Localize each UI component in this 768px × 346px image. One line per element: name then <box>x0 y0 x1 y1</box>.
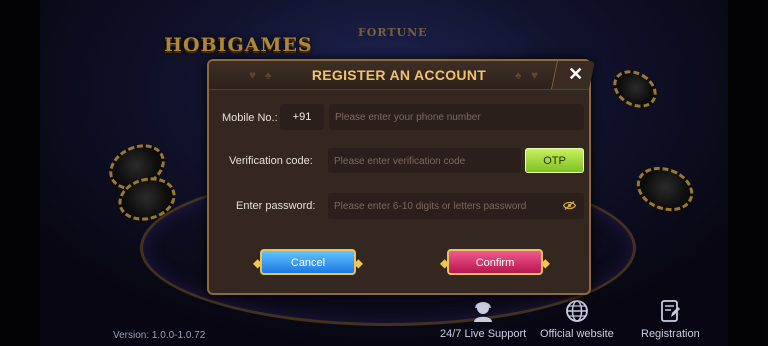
registration-label: Registration <box>641 328 700 340</box>
app-screen: HOBIGAMES FORTUNE Version: 1.0.0-1.0.72 … <box>0 0 768 346</box>
verification-code-label: Verification code: <box>229 155 313 167</box>
mobile-number-label: Mobile No.: <box>222 112 278 124</box>
live-support-label: 24/7 Live Support <box>440 328 527 340</box>
live-support-link[interactable]: 24/7 Live Support <box>440 298 526 340</box>
password-label: Enter password: <box>236 200 316 212</box>
registration-link[interactable]: Registration <box>641 298 700 340</box>
password-input[interactable]: Please enter 6-10 digits or letters pass… <box>328 193 584 219</box>
verification-code-input[interactable]: Please enter verification code <box>328 148 521 173</box>
verification-code-placeholder: Please enter verification code <box>334 156 466 167</box>
diamond-ornament-icon: ◆ <box>253 256 263 270</box>
country-code-field[interactable]: +91 <box>280 104 324 130</box>
phone-number-placeholder: Please enter your phone number <box>335 112 481 123</box>
globe-icon <box>565 300 588 322</box>
close-button[interactable]: ✕ <box>551 61 595 89</box>
confirm-button[interactable]: ◆ Confirm ◆ <box>440 249 550 275</box>
cancel-button[interactable]: ◆ Cancel ◆ <box>253 249 363 275</box>
otp-button[interactable]: OTP <box>525 148 584 173</box>
otp-button-label: OTP <box>543 155 566 167</box>
official-website-label: Official website <box>540 328 614 340</box>
diamond-ornament-icon: ◆ <box>540 256 550 270</box>
support-agent-icon <box>474 301 493 322</box>
version-text: Version: 1.0.0-1.0.72 <box>113 330 206 341</box>
diamond-ornament-icon: ◆ <box>353 256 363 270</box>
diamond-ornament-icon: ◆ <box>440 256 450 270</box>
official-website-link[interactable]: Official website <box>540 298 614 340</box>
phone-number-input[interactable]: Please enter your phone number <box>329 104 584 130</box>
dialog-header: ♥ ♠ ♠ ♥ REGISTER AN ACCOUNT ✕ <box>209 61 595 90</box>
confirm-button-label: Confirm <box>475 257 515 269</box>
close-icon: ✕ <box>567 64 584 84</box>
eye-slash-icon[interactable] <box>563 201 576 210</box>
country-code-value: +91 <box>292 111 312 123</box>
password-placeholder: Please enter 6-10 digits or letters pass… <box>334 201 527 212</box>
cancel-button-label: Cancel <box>290 257 326 269</box>
register-dialog: ♥ ♠ ♠ ♥ REGISTER AN ACCOUNT ✕ Mobile No.… <box>207 59 595 295</box>
dialog-title: REGISTER AN ACCOUNT <box>311 67 487 83</box>
registration-form-icon <box>661 300 681 322</box>
